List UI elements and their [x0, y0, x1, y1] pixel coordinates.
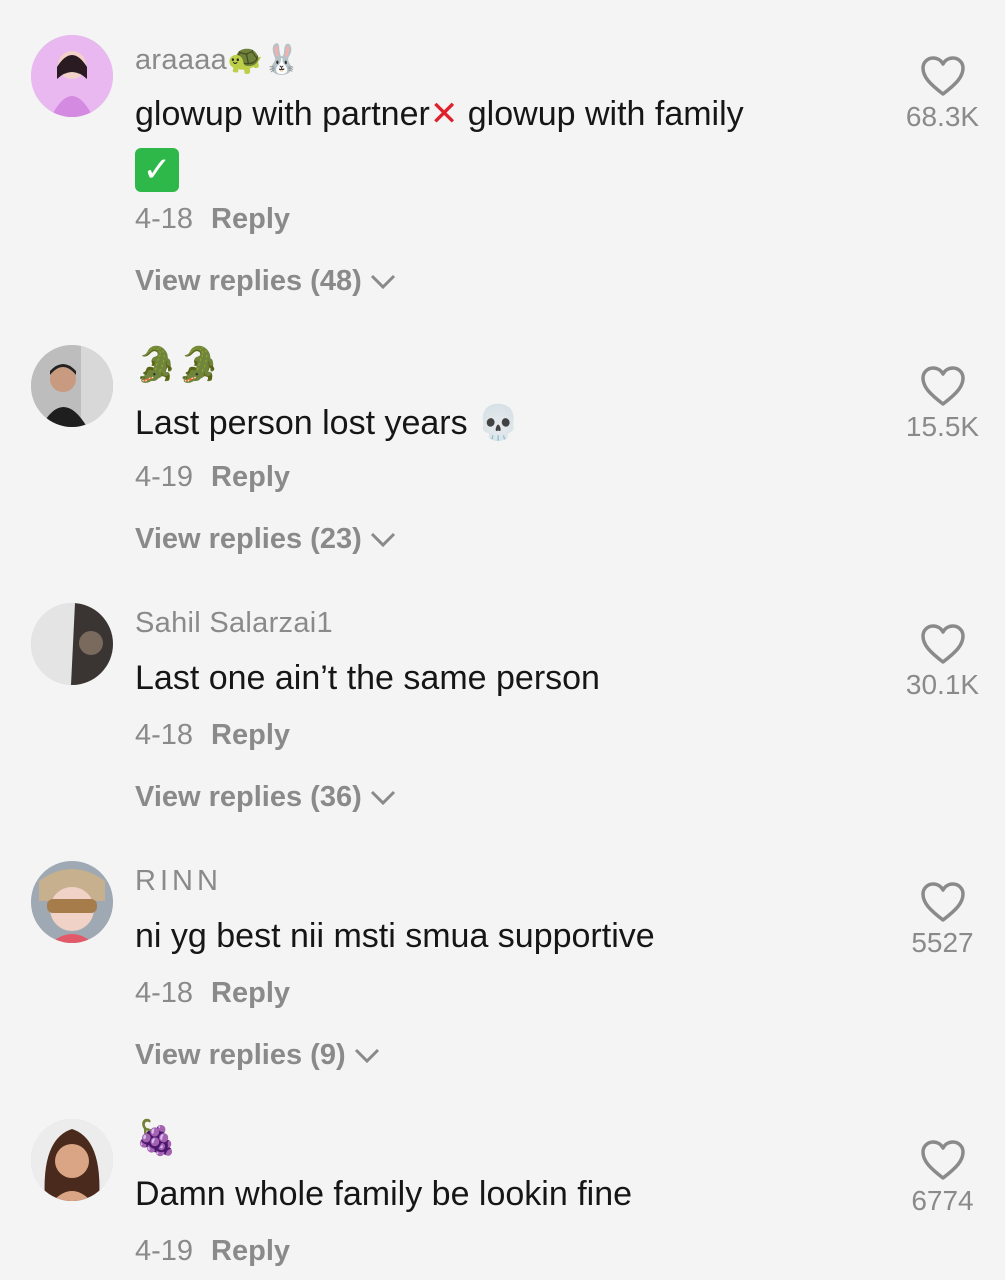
like-count: 6774 [911, 1185, 974, 1216]
author-emoji: 🍇 [135, 1118, 178, 1158]
heart-outline-icon [920, 624, 965, 664]
like-count: 15.5K [905, 411, 980, 442]
like-count: 5527 [911, 927, 974, 958]
view-replies-label: View replies (9) [135, 1039, 346, 1071]
reply-button[interactable]: Reply [211, 977, 290, 1009]
author-emoji: 🐢🐰 [227, 42, 300, 76]
comment-author[interactable]: RINN [135, 865, 222, 898]
comment-author[interactable]: 🐊🐊 [135, 345, 220, 385]
chevron-down-icon [370, 532, 395, 547]
author-emoji: 🐊🐊 [135, 345, 221, 385]
heart-outline-icon [920, 56, 965, 96]
comment-date: 4-18 [135, 203, 194, 235]
comment-date: 4-19 [135, 1235, 194, 1267]
view-replies-button[interactable]: View replies (23) [135, 523, 396, 556]
comment-text: Last person lost years 💀 [135, 404, 520, 442]
comment-meta: 4-19 Reply [135, 461, 290, 494]
like-count: 30.1K [905, 669, 980, 700]
reply-button[interactable]: Reply [211, 461, 290, 493]
view-replies-button[interactable]: View replies (36) [135, 781, 396, 814]
heart-outline-icon [920, 882, 965, 922]
view-replies-label: View replies (36) [135, 781, 362, 813]
view-replies-label: View replies (48) [135, 265, 362, 297]
like-button[interactable]: 15.5K [895, 365, 990, 443]
avatar[interactable] [31, 345, 113, 427]
view-replies-button[interactable]: View replies (48) [135, 265, 396, 298]
cross-mark-icon: ✕ [429, 95, 459, 133]
comment-date: 4-19 [135, 461, 194, 493]
heart-outline-icon [920, 1140, 965, 1180]
like-button[interactable]: 5527 [895, 881, 990, 959]
heart-outline-icon [920, 366, 965, 406]
view-replies-button[interactable]: View replies (9) [135, 1039, 380, 1072]
comment-meta: 4-18 Reply [135, 719, 290, 752]
avatar[interactable] [31, 861, 113, 943]
avatar[interactable] [31, 1119, 113, 1201]
comment-meta: 4-19 Reply [135, 1235, 290, 1268]
comment-text: glowup with partner✕ glowup with family✓ [135, 88, 785, 192]
comment-date: 4-18 [135, 719, 194, 751]
comment-date: 4-18 [135, 977, 194, 1009]
comment-author[interactable]: Sahil Salarzai1 [135, 607, 333, 640]
like-button[interactable]: 30.1K [895, 623, 990, 701]
comment-meta: 4-18 Reply [135, 203, 290, 236]
reply-button[interactable]: Reply [211, 1235, 290, 1267]
comment-author[interactable]: araaaa🐢🐰 [135, 42, 300, 77]
like-button[interactable]: 6774 [895, 1139, 990, 1217]
comment-text: Last one ain’t the same person [135, 659, 600, 697]
chevron-down-icon [370, 274, 395, 289]
reply-button[interactable]: Reply [211, 719, 290, 751]
check-mark-icon: ✓ [135, 148, 179, 192]
comment-author[interactable]: 🍇 [135, 1118, 178, 1158]
chevron-down-icon [370, 790, 395, 805]
comment-meta: 4-18 Reply [135, 977, 290, 1010]
like-count: 68.3K [905, 101, 980, 132]
comment-text: ni yg best nii msti smua supportive [135, 917, 655, 955]
avatar[interactable] [31, 35, 113, 117]
avatar[interactable] [31, 603, 113, 685]
view-replies-label: View replies (23) [135, 523, 362, 555]
comment-text: Damn whole family be lookin fine [135, 1175, 633, 1213]
like-button[interactable]: 68.3K [895, 55, 990, 133]
chevron-down-icon [354, 1048, 379, 1063]
reply-button[interactable]: Reply [211, 203, 290, 235]
